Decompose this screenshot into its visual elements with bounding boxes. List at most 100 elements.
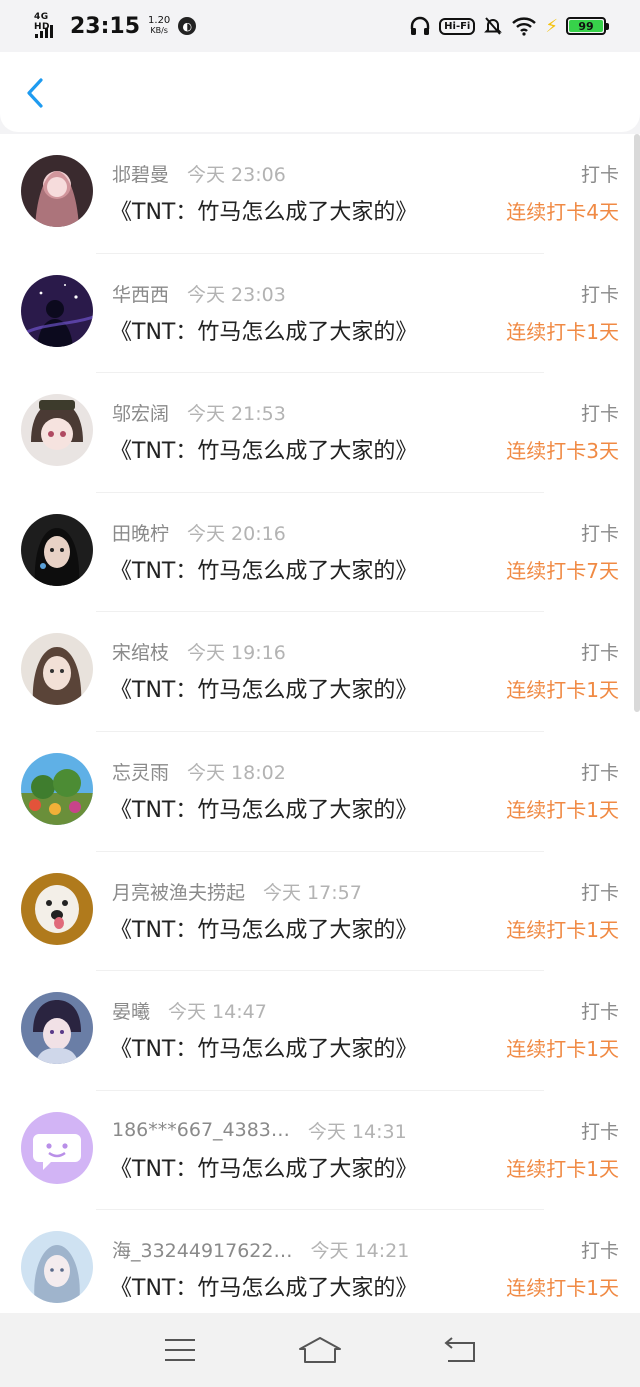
streak-label: 连续打卡1天 [506, 1037, 619, 1062]
timestamp: 今天 19:16 [187, 642, 286, 665]
username[interactable]: 海_33244917622… [112, 1236, 292, 1263]
avatar[interactable] [21, 992, 93, 1065]
avatar[interactable] [21, 1111, 93, 1184]
back-button[interactable] [18, 76, 52, 110]
streak-label: 连续打卡1天 [506, 319, 619, 344]
avatar[interactable] [21, 513, 93, 586]
list-item[interactable]: 月亮被渔夫捞起 今天 17:57 《TNT：竹马怎么成了大家的》 打卡 连续打卡1天 [0, 852, 640, 972]
back-nav-button[interactable] [438, 1332, 482, 1368]
entry-meta: 186***667_4383… 今天 14:31 [112, 1117, 407, 1144]
headphones-icon [410, 16, 430, 35]
clock: 23:15 [70, 13, 141, 39]
checkin-tag: 打卡 [580, 522, 619, 545]
status-bar-right: Hi-Fi ⚡ 99 [409, 15, 609, 37]
entry-meta: 月亮被渔夫捞起 今天 17:57 [112, 878, 362, 905]
streak-label: 连续打卡1天 [506, 797, 619, 822]
globe-icon: ◐ [178, 17, 197, 35]
streak-label: 连续打卡1天 [506, 678, 619, 703]
menu-button[interactable] [158, 1332, 202, 1368]
avatar[interactable] [21, 1231, 93, 1304]
entry-meta: 华西西 今天 23:03 [112, 280, 286, 307]
back-arrow-icon [444, 1337, 475, 1362]
username[interactable]: 华西西 [112, 280, 169, 307]
checkin-tag: 打卡 [580, 761, 619, 784]
avatar[interactable] [21, 274, 93, 347]
book-title[interactable]: 《TNT：竹马怎么成了大家的》 [110, 1270, 417, 1302]
list-item[interactable]: 邶碧曼 今天 23:06 《TNT：竹马怎么成了大家的》 打卡 连续打卡4天 [0, 134, 640, 254]
entry-meta: 宋绾枝 今天 19:16 [112, 638, 286, 665]
timestamp: 今天 20:16 [187, 522, 286, 545]
list-item[interactable]: 忘灵雨 今天 18:02 《TNT：竹马怎么成了大家的》 打卡连续打卡1天 [0, 732, 640, 852]
list-item[interactable]: 宋绾枝 今天 19:16 《TNT：竹马怎么成了大家的》 打卡连续打卡1天 [0, 612, 640, 732]
app-screen: 4G HD 23:15 1.20 KB/s ◐ Hi-Fi ⚡ 99 邶碧曼 今… [0, 0, 640, 1387]
entry-meta: 海_33244917622… 今天 14:21 [112, 1236, 409, 1263]
username[interactable]: 田晚柠 [112, 519, 169, 546]
book-title[interactable]: 《TNT：竹马怎么成了大家的》 [110, 314, 417, 346]
battery-level: 99 [578, 19, 594, 33]
streak-label: 连续打卡3天 [506, 439, 619, 464]
entry-meta: 邶碧曼 今天 23:06 [112, 160, 286, 187]
timestamp: 今天 18:02 [187, 761, 286, 784]
network-speed: 1.20 KB/s [148, 16, 170, 36]
checkin-tag: 打卡 [580, 283, 619, 306]
checkin-tag: 打卡 [580, 403, 619, 426]
timestamp: 今天 21:53 [187, 403, 286, 426]
chevron-left-icon [27, 78, 43, 108]
charging-icon: ⚡ [545, 15, 558, 37]
timestamp: 今天 14:47 [168, 1001, 267, 1024]
timestamp: 今天 14:21 [310, 1240, 410, 1263]
checkin-tag: 打卡 [580, 642, 619, 665]
timestamp: 今天 17:57 [263, 881, 362, 904]
username[interactable]: 邬宏阔 [112, 399, 169, 426]
hifi-badge: Hi-Fi [439, 17, 476, 35]
avatar[interactable] [21, 752, 93, 825]
entry-meta: 晏曦 今天 14:47 [112, 997, 267, 1024]
avatar[interactable] [21, 872, 93, 945]
cellular-signal-icon: 4G HD [34, 12, 62, 40]
home-icon [299, 1337, 341, 1363]
speed-value: 1.20 [148, 15, 171, 26]
mute-bell-icon [484, 17, 503, 35]
entry-meta: 田晚柠 今天 20:16 [112, 519, 286, 546]
entry-meta: 忘灵雨 今天 18:02 [112, 758, 286, 785]
book-title[interactable]: 《TNT：竹马怎么成了大家的》 [110, 792, 417, 824]
streak-label: 连续打卡7天 [506, 558, 619, 583]
checkin-tag: 打卡 [580, 1120, 619, 1143]
avatar[interactable] [21, 155, 93, 227]
wifi-icon [512, 17, 537, 36]
username[interactable]: 宋绾枝 [112, 638, 169, 665]
list-item[interactable]: 海_33244917622… 今天 14:21 《TNT：竹马怎么成了大家的》 打卡连… [0, 1210, 640, 1313]
list-item[interactable]: 晏曦 今天 14:47 《TNT：竹马怎么成了大家的》 打卡 连续打卡1天 [0, 971, 640, 1091]
username[interactable]: 月亮被渔夫捞起 [112, 878, 245, 905]
list-item[interactable]: 186***667_4383… 今天 14:31 《TNT：竹马怎么成了大家的》 打卡… [0, 1091, 640, 1211]
avatar[interactable] [21, 633, 93, 706]
streak-label: 连续打卡4天 [506, 200, 619, 224]
scrollbar[interactable] [634, 134, 640, 712]
battery-icon: 99 [566, 17, 609, 35]
list-item[interactable]: 邬宏阔 今天 21:53 《TNT：竹马怎么成了大家的》 打卡连续打卡3天 [0, 373, 640, 493]
book-title[interactable]: 《TNT：竹马怎么成了大家的》 [110, 1031, 417, 1063]
username[interactable]: 186***667_4383… [112, 1119, 290, 1141]
checkin-tag: 打卡 [580, 1240, 619, 1263]
avatar[interactable] [21, 394, 93, 467]
username[interactable]: 忘灵雨 [112, 758, 169, 785]
book-title[interactable]: 《TNT：竹马怎么成了大家的》 [110, 433, 417, 465]
checkin-tag: 打卡 [580, 881, 619, 904]
username[interactable]: 晏曦 [112, 997, 150, 1024]
list-item[interactable]: 田晚柠 今天 20:16 《TNT：竹马怎么成了大家的》 打卡连续打卡7天 [0, 493, 640, 613]
book-title[interactable]: 《TNT：竹马怎么成了大家的》 [110, 1151, 417, 1183]
username[interactable]: 邶碧曼 [112, 160, 169, 187]
timestamp: 今天 14:31 [307, 1120, 407, 1143]
book-title[interactable]: 《TNT：竹马怎么成了大家的》 [110, 912, 417, 944]
book-title[interactable]: 《TNT：竹马怎么成了大家的》 [110, 553, 417, 585]
page-header [0, 52, 640, 132]
status-bar: 4G HD 23:15 1.20 KB/s ◐ Hi-Fi ⚡ 99 [0, 0, 640, 52]
book-title[interactable]: 《TNT：竹马怎么成了大家的》 [110, 672, 417, 704]
list-item[interactable]: 华西西 今天 23:03 《TNT：竹马怎么成了大家的》 打卡连续打卡1天 [0, 254, 640, 374]
streak-label: 连续打卡1天 [506, 1156, 619, 1181]
status-bar-left: 4G HD 23:15 1.20 KB/s ◐ [34, 12, 197, 40]
timestamp: 今天 23:03 [187, 283, 286, 306]
book-title[interactable]: 《TNT：竹马怎么成了大家的》 [110, 194, 417, 226]
home-button[interactable] [298, 1332, 342, 1368]
checkin-list: 邶碧曼 今天 23:06 《TNT：竹马怎么成了大家的》 打卡 连续打卡4天 华西西 今天 … [0, 134, 640, 1313]
